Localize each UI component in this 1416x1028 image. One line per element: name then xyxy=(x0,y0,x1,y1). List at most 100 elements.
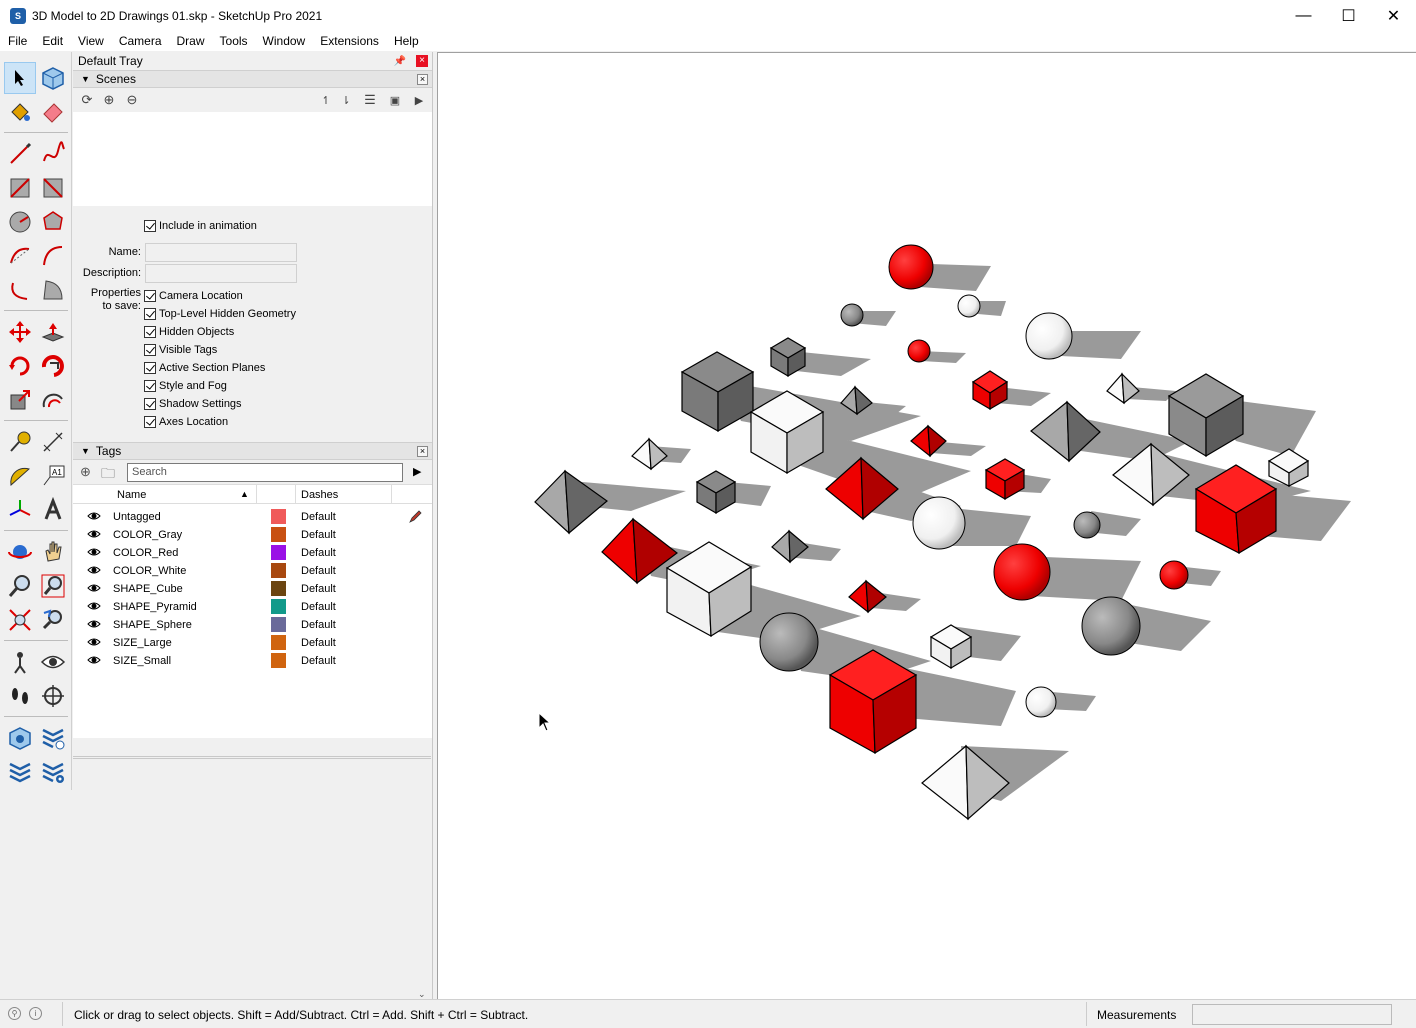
extension-warehouse-icon[interactable] xyxy=(37,722,69,754)
push-pull-icon[interactable] xyxy=(37,316,69,348)
move-scene-down-icon[interactable]: ⇂ xyxy=(338,92,354,108)
look-around-icon[interactable] xyxy=(37,646,69,678)
hide-details-icon[interactable]: ▣ xyxy=(387,92,403,108)
axes-tool-icon[interactable] xyxy=(4,494,36,526)
tags-details-menu-icon[interactable]: ▶ xyxy=(413,465,421,478)
tags-close-icon[interactable]: × xyxy=(417,446,428,457)
tag-row[interactable]: SIZE_Large Default xyxy=(73,634,431,652)
tag-name[interactable]: SIZE_Large xyxy=(113,637,172,649)
close-button[interactable]: ✕ xyxy=(1371,0,1416,31)
tag-dashes[interactable]: Default xyxy=(301,583,336,595)
scene-list[interactable] xyxy=(73,112,432,206)
tag-color-swatch[interactable] xyxy=(271,653,286,668)
follow-me-icon[interactable] xyxy=(37,350,69,382)
section-plane-icon[interactable] xyxy=(37,680,69,712)
collapse-triangle-icon[interactable]: ▼ xyxy=(81,74,90,84)
tag-color-swatch[interactable] xyxy=(271,545,286,560)
zoom-extents-icon[interactable] xyxy=(4,604,36,636)
remove-scene-icon[interactable]: ⊖ xyxy=(124,92,140,108)
tag-dashes[interactable]: Default xyxy=(301,529,336,541)
make-component-icon[interactable] xyxy=(37,62,69,94)
eraser-icon[interactable] xyxy=(37,95,69,127)
add-tag-icon[interactable]: ⊕ xyxy=(80,464,91,480)
update-scene-icon[interactable]: ⟳ xyxy=(79,92,95,108)
text-tool-icon[interactable]: A1 xyxy=(37,460,69,492)
3d-text-icon[interactable] xyxy=(37,494,69,526)
tag-dashes[interactable]: Default xyxy=(301,547,336,559)
minimize-button[interactable]: — xyxy=(1281,0,1326,31)
polygon-tool-icon[interactable] xyxy=(37,206,69,238)
tag-row[interactable]: COLOR_Red Default xyxy=(73,544,431,562)
tag-row[interactable]: COLOR_Gray Default xyxy=(73,526,431,544)
3d-warehouse-icon[interactable] xyxy=(4,756,36,788)
view-options-icon[interactable]: ☰ xyxy=(362,92,378,108)
pan-tool-icon[interactable] xyxy=(37,536,69,568)
tag-row[interactable]: SHAPE_Cube Default xyxy=(73,580,431,598)
visibility-eye-icon[interactable] xyxy=(87,547,101,560)
tag-color-swatch[interactable] xyxy=(271,617,286,632)
tag-row[interactable]: SIZE_Small Default xyxy=(73,652,431,670)
visibility-eye-icon[interactable] xyxy=(87,655,101,668)
tag-dashes[interactable]: Default xyxy=(301,511,336,523)
zoom-window-icon[interactable] xyxy=(37,570,69,602)
tag-color-swatch[interactable] xyxy=(271,509,286,524)
visible-tags-checkbox[interactable] xyxy=(144,344,156,356)
three-point-arc-icon[interactable] xyxy=(4,274,36,306)
geo-location-icon[interactable]: ⚲ xyxy=(8,1007,21,1020)
tag-name[interactable]: Untagged xyxy=(113,511,161,523)
tag-name[interactable]: SHAPE_Sphere xyxy=(113,619,192,631)
tags-panel-header[interactable]: ▼ Tags × xyxy=(73,442,432,460)
col-dashes-header[interactable]: Dashes xyxy=(301,489,338,501)
scale-tool-icon[interactable] xyxy=(4,384,36,416)
tag-name[interactable]: SHAPE_Cube xyxy=(113,583,183,595)
model-viewport[interactable] xyxy=(437,52,1416,999)
measurements-input[interactable] xyxy=(1192,1004,1392,1025)
axes-location-checkbox[interactable] xyxy=(144,416,156,428)
zoom-tool-icon[interactable] xyxy=(4,570,36,602)
dimension-tool-icon[interactable] xyxy=(37,426,69,458)
visibility-eye-icon[interactable] xyxy=(87,601,101,614)
tag-name[interactable]: COLOR_Gray xyxy=(113,529,182,541)
walk-tool-icon[interactable] xyxy=(4,680,36,712)
menu-camera[interactable]: Camera xyxy=(111,34,169,48)
tag-dashes[interactable]: Default xyxy=(301,637,336,649)
previous-view-icon[interactable] xyxy=(37,604,69,636)
visibility-eye-icon[interactable] xyxy=(87,511,101,524)
send-to-layout-icon[interactable] xyxy=(4,722,36,754)
menu-window[interactable]: Window xyxy=(255,34,313,48)
move-scene-up-icon[interactable]: ↿ xyxy=(318,92,334,108)
rotated-rectangle-icon[interactable] xyxy=(37,172,69,204)
sort-ascending-icon[interactable]: ▲ xyxy=(240,489,249,499)
offset-tool-icon[interactable] xyxy=(37,384,69,416)
menu-file[interactable]: File xyxy=(0,34,34,48)
two-point-arc-icon[interactable] xyxy=(37,240,69,272)
scenes-close-icon[interactable]: × xyxy=(417,74,428,85)
tag-row[interactable]: COLOR_White Default xyxy=(73,562,431,580)
tag-color-swatch[interactable] xyxy=(271,635,286,650)
style-and-fog-checkbox[interactable] xyxy=(144,380,156,392)
active-section-planes-checkbox[interactable] xyxy=(144,362,156,374)
include-in-animation-checkbox[interactable] xyxy=(144,220,156,232)
visibility-eye-icon[interactable] xyxy=(87,637,101,650)
orbit-tool-icon[interactable] xyxy=(4,536,36,568)
maximize-button[interactable]: ☐ xyxy=(1326,0,1371,31)
tag-name[interactable]: SIZE_Small xyxy=(113,655,171,667)
circle-tool-icon[interactable] xyxy=(4,206,36,238)
tag-color-swatch[interactable] xyxy=(271,581,286,596)
menu-help[interactable]: Help xyxy=(386,34,426,48)
tag-row[interactable]: Untagged Default xyxy=(73,508,431,526)
scene-name-field[interactable] xyxy=(145,243,297,262)
position-camera-icon[interactable] xyxy=(4,646,36,678)
rotate-tool-icon[interactable] xyxy=(4,350,36,382)
move-tool-icon[interactable] xyxy=(4,316,36,348)
arc-tool-icon[interactable] xyxy=(4,240,36,272)
tag-dashes[interactable]: Default xyxy=(301,565,336,577)
select-tool-icon[interactable] xyxy=(4,62,36,94)
rectangle-tool-icon[interactable] xyxy=(4,172,36,204)
menu-view[interactable]: View xyxy=(70,34,111,48)
tag-name[interactable]: SHAPE_Pyramid xyxy=(113,601,197,613)
tag-name[interactable]: COLOR_White xyxy=(113,565,186,577)
shadow-settings-checkbox[interactable] xyxy=(144,398,156,410)
pie-tool-icon[interactable] xyxy=(37,274,69,306)
scene-description-field[interactable] xyxy=(145,264,297,283)
